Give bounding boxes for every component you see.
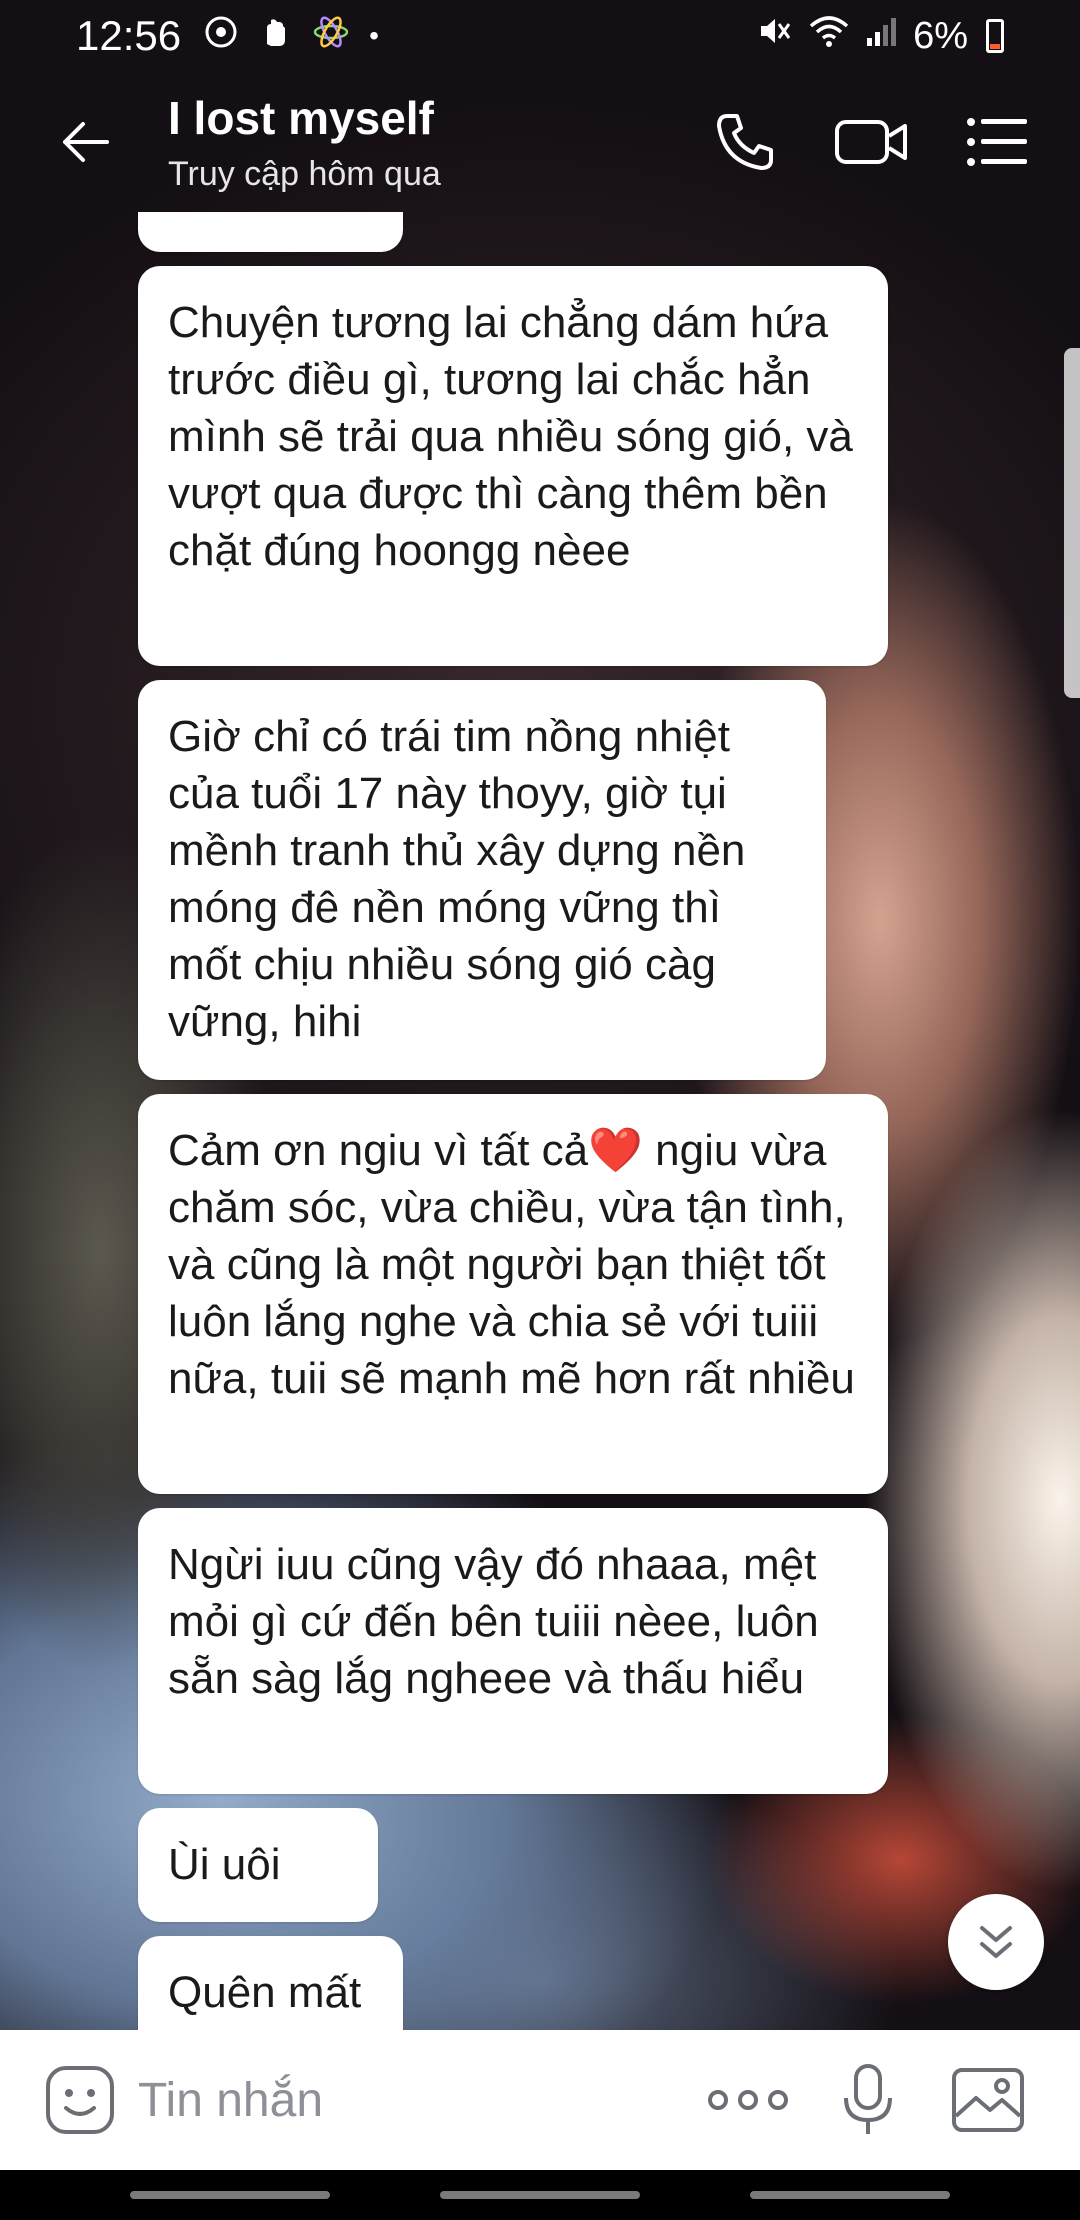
- nav-home-button[interactable]: [440, 2191, 640, 2199]
- atom-icon: [311, 12, 351, 61]
- sync-icon: [203, 14, 239, 59]
- nav-back-button[interactable]: [750, 2191, 950, 2199]
- voice-message-button[interactable]: [818, 2050, 918, 2150]
- chat-header: I lost myself Truy cập hôm qua: [0, 72, 1080, 212]
- message-input[interactable]: [138, 2060, 698, 2140]
- chat-title: I lost myself: [168, 91, 434, 144]
- message-bubble[interactable]: Ngừi iuu cũng vậy đó nhaaa, mệt mỏi gì c…: [138, 1508, 888, 1794]
- status-time: 12:56: [76, 12, 182, 59]
- message-bubble[interactable]: Chuyện tương lai chẳng dám hứa trước điề…: [138, 266, 888, 666]
- message-text: Ùi uôi: [168, 1840, 281, 1889]
- more-options-button[interactable]: [698, 2050, 798, 2150]
- video-call-button[interactable]: [826, 97, 916, 187]
- nav-recents-button[interactable]: [130, 2191, 330, 2199]
- message-bubble[interactable]: Quên mất: [138, 1936, 403, 2030]
- message-text: Chuyện tương lai chẳng dám hứa trước điề…: [168, 298, 853, 575]
- menu-list-icon: [967, 118, 1027, 166]
- send-image-button[interactable]: [938, 2050, 1038, 2150]
- message-bubble[interactable]: Cảm ơn ngiu vì tất cả❤️ ngiu vừa chăm só…: [138, 1094, 888, 1494]
- system-navigation-bar: [0, 2170, 1080, 2220]
- back-button[interactable]: [40, 97, 130, 187]
- signal-icon: [865, 14, 899, 58]
- last-seen-status: Truy cập hôm qua: [168, 154, 441, 193]
- smiley-sticker-icon: [46, 2066, 114, 2134]
- message-bubble[interactable]: Ùi uôi: [138, 1808, 378, 1922]
- message-bubble[interactable]: Giờ chỉ có trái tim nồng nhiệt của tuổi …: [138, 680, 826, 1080]
- sticker-button[interactable]: [30, 2050, 130, 2150]
- message-text: Giờ chỉ có trái tim nồng nhiệt của tuổi …: [168, 712, 746, 1046]
- microphone-icon: [844, 2064, 892, 2134]
- image-icon: [952, 2068, 1024, 2132]
- scrollbar-thumb[interactable]: [1064, 348, 1080, 698]
- status-bar: 12:56 • 6%: [0, 0, 1080, 72]
- header-actions: [700, 97, 1042, 187]
- dot-icon: •: [369, 20, 379, 51]
- phone-icon: [717, 114, 773, 170]
- battery-percent: 6%: [913, 14, 968, 57]
- message-text: Cảm ơn ngiu vì tất cả: [168, 1126, 589, 1175]
- mute-icon: [755, 12, 793, 60]
- battery-icon: [986, 19, 1004, 53]
- voice-call-button[interactable]: [700, 97, 790, 187]
- double-chevron-down-icon: [980, 1926, 1012, 1958]
- wifi-icon: [807, 12, 851, 60]
- scroll-to-bottom-button[interactable]: [948, 1894, 1044, 1990]
- message-bubble-partial[interactable]: [138, 212, 403, 252]
- message-text: Ngừi iuu cũng vậy đó nhaaa, mệt mỏi gì c…: [168, 1540, 819, 1703]
- heart-emoji: ❤️: [588, 1126, 643, 1175]
- message-text: Quên mất: [168, 1968, 362, 2017]
- back-arrow-icon: [63, 122, 109, 162]
- notification-icons: •: [203, 12, 379, 61]
- chat-menu-button[interactable]: [952, 97, 1042, 187]
- chat-title-block[interactable]: I lost myself Truy cập hôm qua: [168, 91, 441, 194]
- message-list[interactable]: Chuyện tương lai chẳng dám hứa trước điề…: [0, 212, 1080, 2030]
- hand-icon: [257, 14, 293, 59]
- more-dots-icon: [708, 2090, 788, 2110]
- system-status: 6%: [755, 12, 1004, 60]
- video-camera-icon: [835, 120, 907, 164]
- message-composer: [0, 2030, 1080, 2170]
